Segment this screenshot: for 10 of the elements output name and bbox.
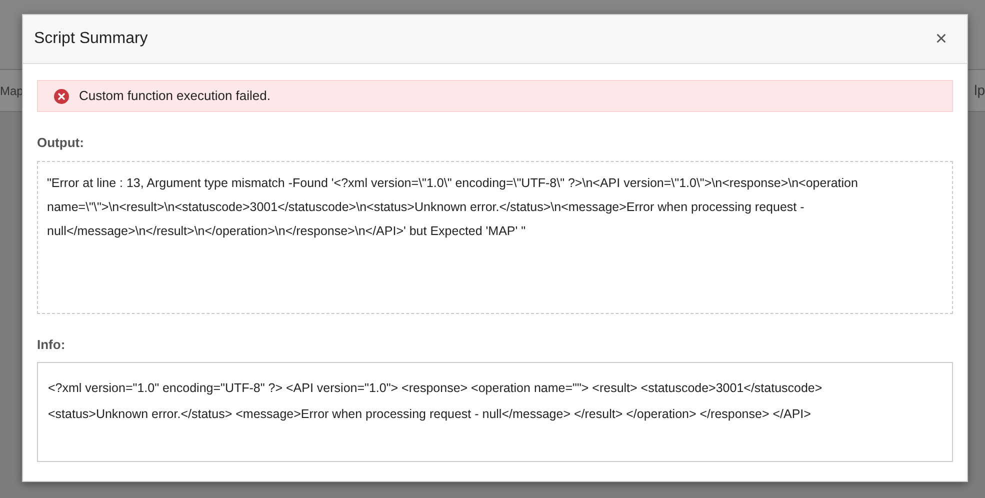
section-label: Info: — [37, 336, 66, 354]
error-icon — [54, 88, 69, 104]
alert-message: Custom function execution failed. — [79, 87, 270, 106]
output-text: "Error at line : 13, Argument type mismatch -Found '<?xml version=\"1.0\" encoding=\"UTF-8\" ?>\n<API version=\"1.0\">\n<response>\n<operation name=\"\">\n<result>\n<statuscode>3001</statuscode>\n<status>Unknown error.</status>\n<message>Error when processing request - null</message>\n</result>\n</operation>\n</response>\n</API>' but Expected 'MAP' " — [37, 160, 953, 314]
info-text: <?xml version="1.0" encoding="UTF-8" ?> <API version="1.0"> <response> <operation name=""> <result> <statuscode>3001</statuscode> <status>Unknown error.</status> <message>Error when processing request - null</message> </result> </operation> </response> </API> — [37, 362, 953, 462]
section-label: Output: — [37, 134, 85, 152]
dialog-title: Script Summary — [34, 29, 148, 49]
tab-label[interactable]: lp — [974, 80, 985, 101]
tab-label[interactable]: Map — [0, 82, 24, 100]
close-button[interactable]: × — [933, 29, 949, 49]
